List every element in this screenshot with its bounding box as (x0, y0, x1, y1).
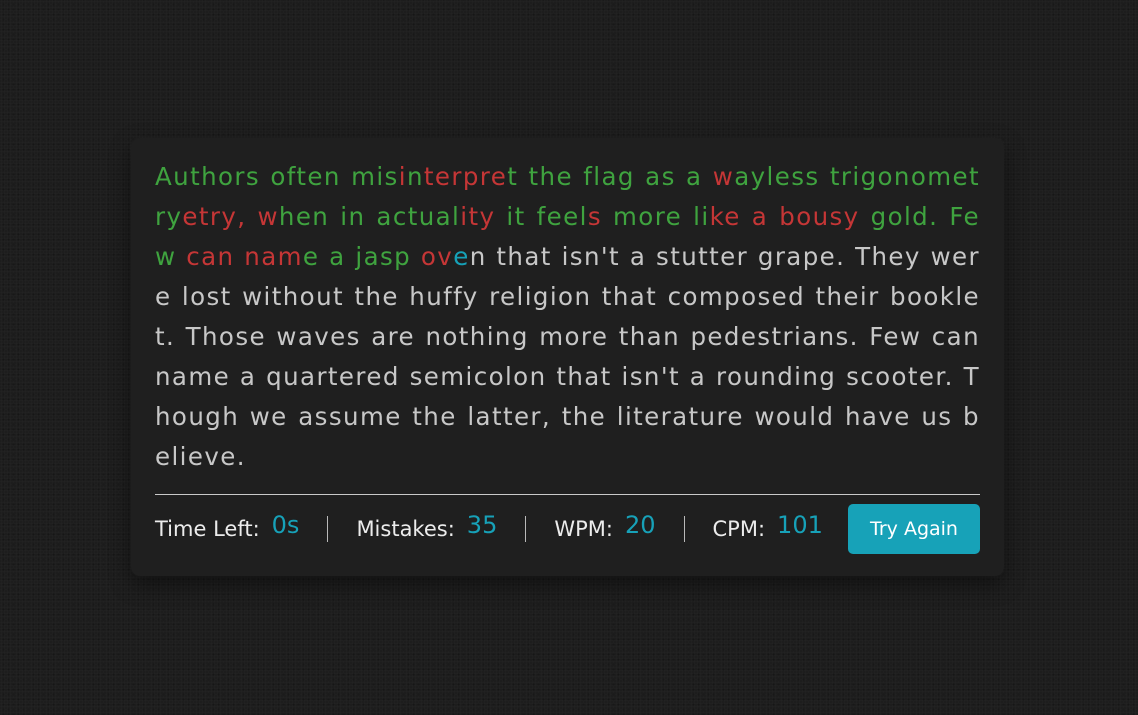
cpm-label: CPM: (712, 517, 766, 541)
text-segment-correct: n (406, 162, 424, 191)
text-segment-correct: it feel (495, 202, 588, 231)
text-segment-correct: t the flag as a (507, 162, 713, 191)
text-segment-incorrect: can nam (186, 242, 303, 271)
time-left-stat: Time Left: 0s (155, 511, 327, 542)
text-segment-incorrect: etry, (182, 202, 258, 231)
text-segment-active: e (453, 242, 470, 271)
text-segment-pending: n that isn't a stutter grape. They were … (155, 242, 980, 471)
text-segment-correct: e a jasp (302, 242, 421, 271)
text-segment-correct: Authors often mis (155, 162, 399, 191)
time-left-label: Time Left: (155, 517, 260, 541)
text-segment-incorrect: w (257, 202, 279, 231)
cpm-stat: CPM: 101 (683, 511, 823, 542)
wpm-stat: WPM: 20 (525, 511, 683, 542)
text-segment-incorrect: i (398, 162, 407, 191)
text-segment-incorrect: ity (460, 202, 496, 231)
text-segment-incorrect: bousy (779, 202, 860, 231)
mistakes-stat: Mistakes: 35 (327, 511, 525, 542)
text-segment-correct: hen in actual (278, 202, 461, 231)
text-segment-correct (768, 202, 779, 231)
text-segment-incorrect: terpre (423, 162, 508, 191)
text-segment-incorrect: s (587, 202, 603, 231)
mistakes-value: 35 (466, 511, 498, 539)
cpm-value: 101 (777, 511, 823, 539)
wpm-value: 20 (624, 511, 656, 539)
typing-test-card: Authors often misinterpret the flag as a… (131, 138, 1004, 576)
text-segment-correct: more li (602, 202, 710, 231)
try-again-button[interactable]: Try Again (848, 504, 980, 554)
mistakes-label: Mistakes: (356, 517, 455, 541)
text-segment-incorrect: w (712, 162, 735, 191)
text-segment-incorrect: ov (420, 242, 454, 271)
typing-paragraph[interactable]: Authors often misinterpret the flag as a… (155, 157, 980, 492)
text-segment-incorrect: a (740, 202, 769, 231)
wpm-label: WPM: (554, 517, 613, 541)
text-segment-incorrect: ke (709, 202, 741, 231)
stats-list: Time Left: 0s Mistakes: 35 WPM: 20 CPM: … (155, 511, 823, 542)
stats-bar: Time Left: 0s Mistakes: 35 WPM: 20 CPM: … (155, 495, 980, 561)
time-left-value: 0s (271, 511, 300, 539)
